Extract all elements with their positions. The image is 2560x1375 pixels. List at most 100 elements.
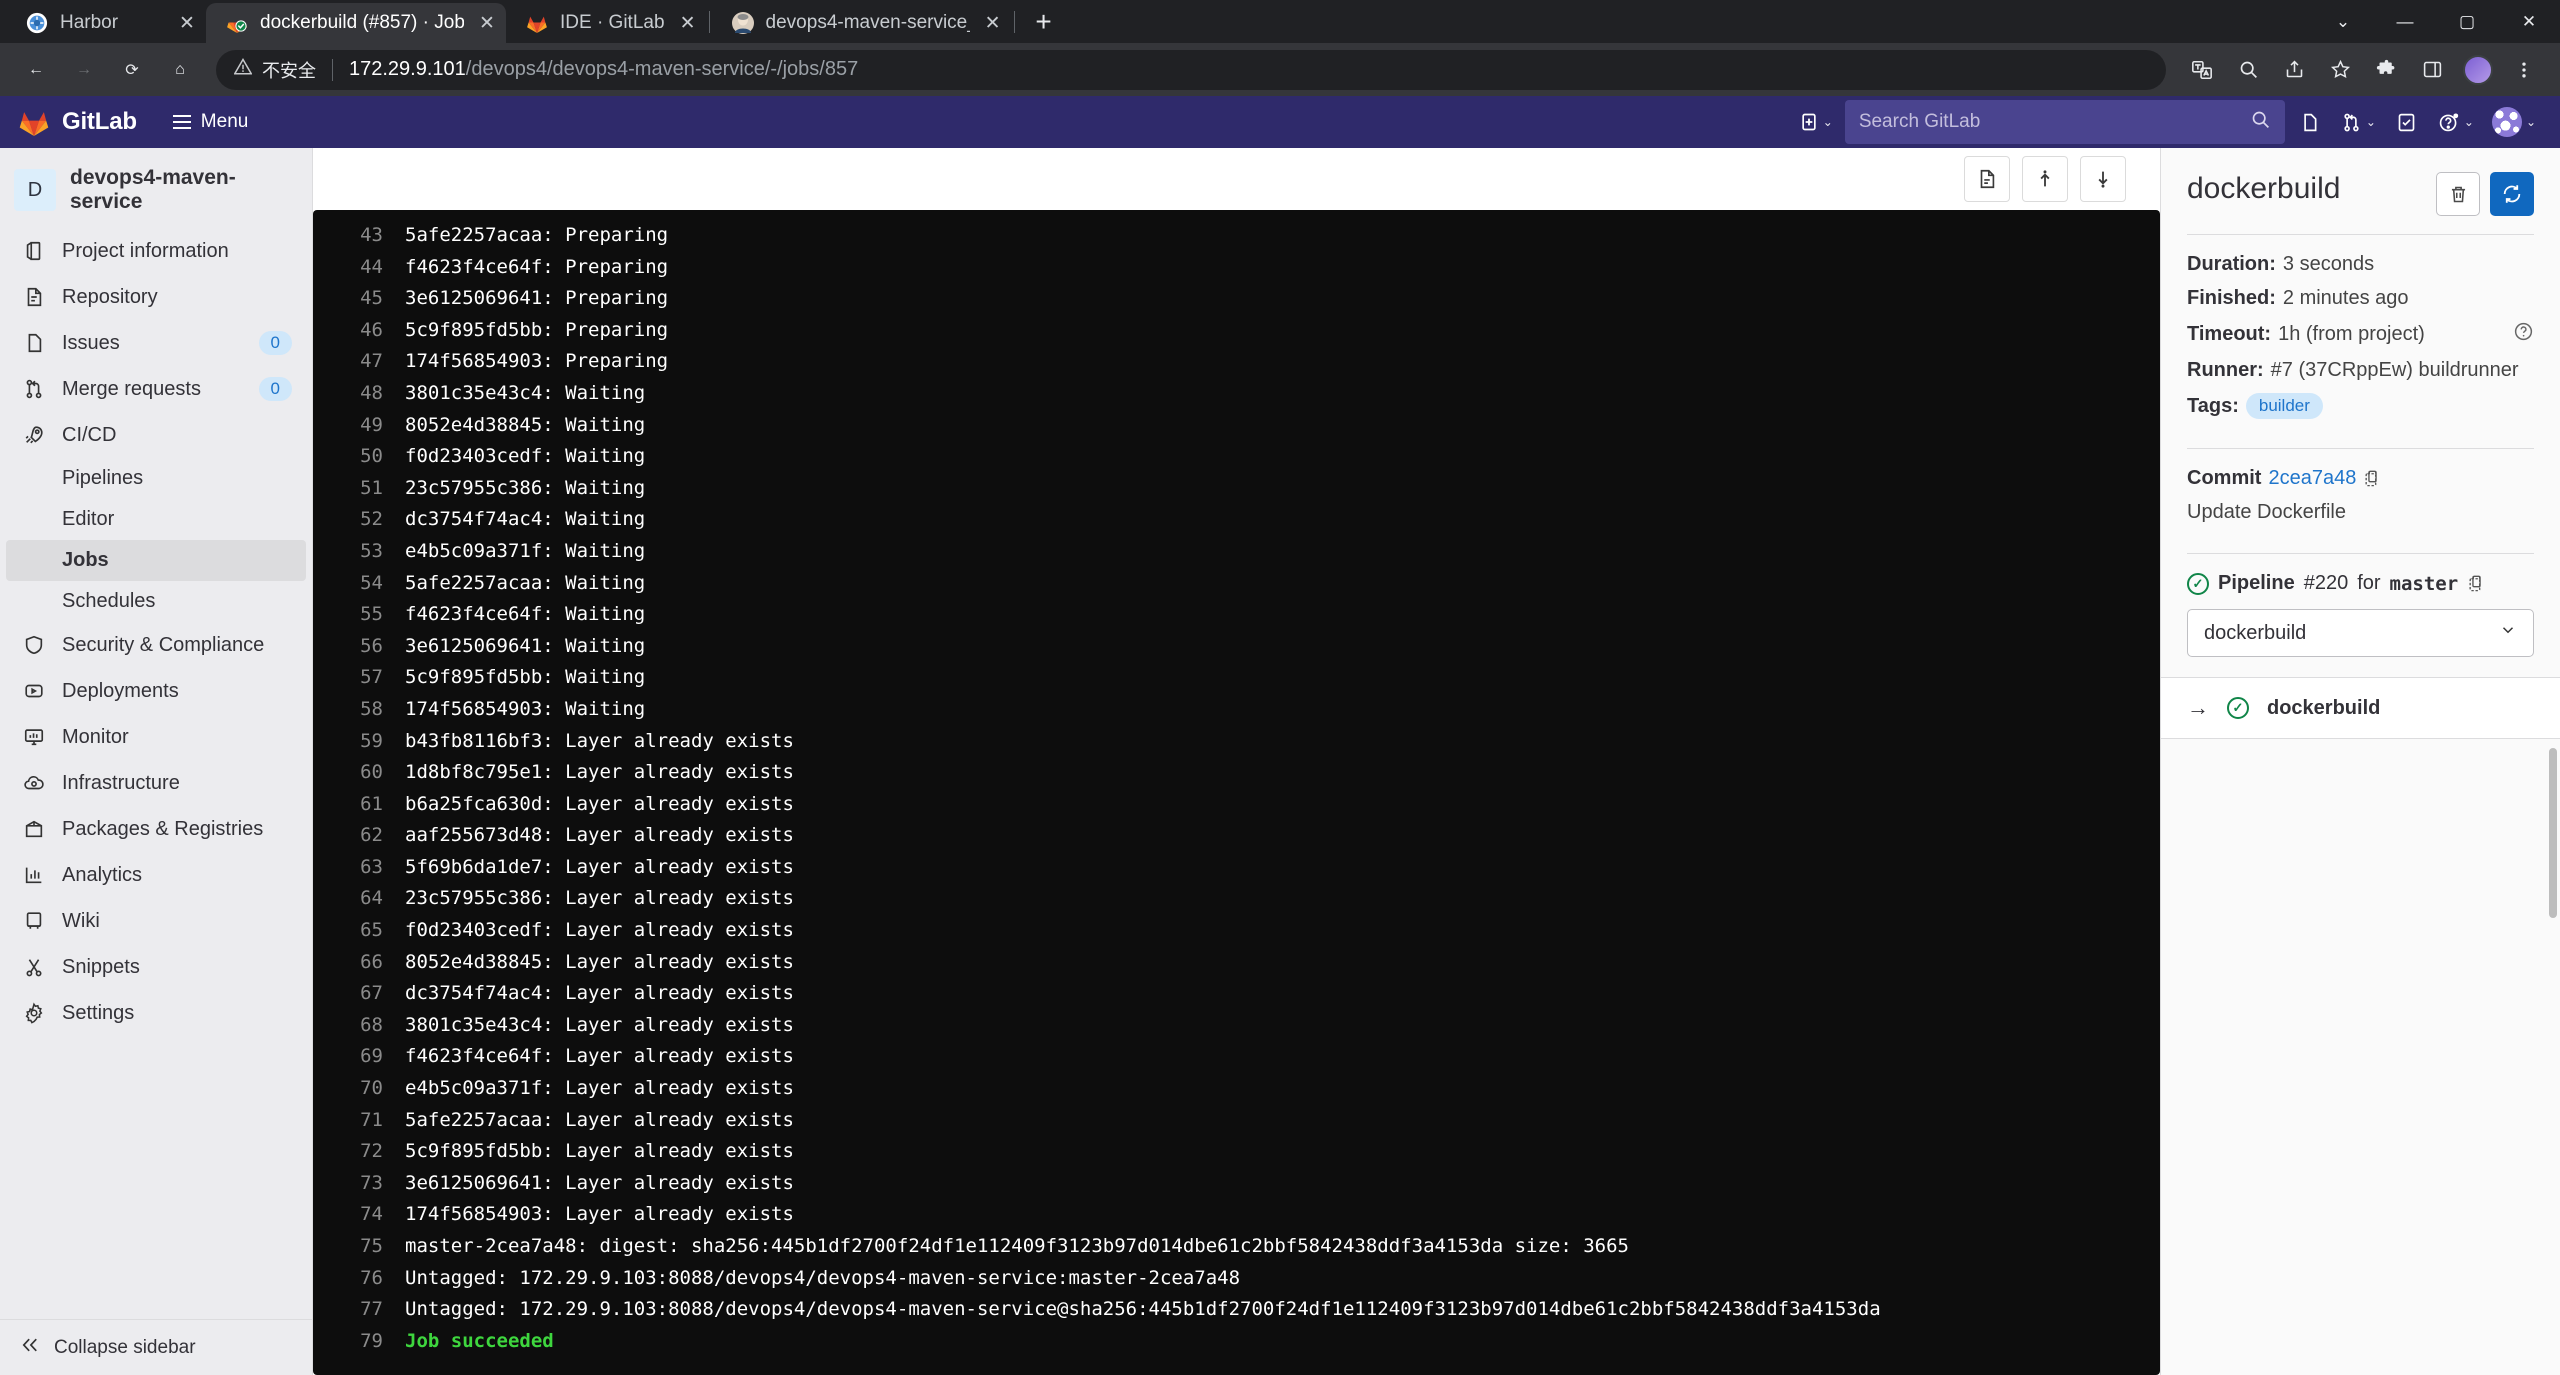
window-maximize-button[interactable]: ▢ xyxy=(2436,0,2498,43)
job-log-line: 52dc3754f74ac4: Waiting xyxy=(313,504,2160,536)
copy-clipboard-icon[interactable] xyxy=(2363,469,2382,488)
chevron-down-icon: ⌄ xyxy=(2464,115,2474,129)
merge-requests-nav-button[interactable]: ⌄ xyxy=(2335,103,2382,141)
sidebar-item-merge-requests[interactable]: Merge requests 0 xyxy=(6,366,306,412)
job-log-line-number: 57 xyxy=(313,662,405,694)
job-log-line-number: 67 xyxy=(313,978,405,1010)
browser-tab-harbor[interactable]: Harbor ✕ xyxy=(6,3,206,43)
close-icon[interactable]: ✕ xyxy=(675,10,701,36)
scroll-to-top-button[interactable] xyxy=(2022,156,2068,202)
sidebar-project-header[interactable]: D devops4-maven-service xyxy=(0,156,312,228)
job-log-line-number: 55 xyxy=(313,599,405,631)
job-log-line: 58174f56854903: Waiting xyxy=(313,694,2160,726)
project-avatar: D xyxy=(14,169,56,211)
back-icon[interactable]: ← xyxy=(14,48,58,92)
job-log-line-text: dc3754f74ac4: Waiting xyxy=(405,504,2160,536)
more-menu-icon[interactable] xyxy=(2502,48,2546,92)
sidebar-item-deployments[interactable]: Deployments xyxy=(6,668,306,714)
create-new-button[interactable]: ⌄ xyxy=(1793,103,1839,141)
sidebar-item-infrastructure[interactable]: Infrastructure xyxy=(6,760,306,806)
sidebar-item-issues[interactable]: Issues 0 xyxy=(6,320,306,366)
home-icon[interactable]: ⌂ xyxy=(158,48,202,92)
forward-icon[interactable]: → xyxy=(62,48,106,92)
tab-title: IDE · GitLab xyxy=(560,12,665,34)
harbor-icon xyxy=(24,10,50,36)
scroll-to-bottom-button[interactable] xyxy=(2080,156,2126,202)
sidebar-item-cicd[interactable]: CI/CD xyxy=(6,412,306,458)
erase-job-log-button[interactable] xyxy=(2436,172,2480,216)
window-minimize-button[interactable]: — xyxy=(2374,0,2436,43)
browser-tab-dockerbuild[interactable]: dockerbuild (#857) · Jobs · dev ✕ xyxy=(206,3,506,43)
job-log-line-number: 44 xyxy=(313,252,405,284)
todos-nav-button[interactable] xyxy=(2388,103,2426,141)
sidebar-item-snippets[interactable]: Snippets xyxy=(6,944,306,990)
sidebar-item-repository[interactable]: Repository xyxy=(6,274,306,320)
sidebar-item-settings[interactable]: Settings xyxy=(6,990,306,1036)
user-menu-button[interactable]: ⌄ xyxy=(2486,103,2542,141)
sidebar-item-packages-registries[interactable]: Packages & Registries xyxy=(6,806,306,852)
merge-requests-count-badge: 0 xyxy=(259,377,292,401)
sidebar-subitem-jobs[interactable]: Jobs xyxy=(6,540,306,581)
share-icon[interactable] xyxy=(2272,48,2316,92)
chevron-down-icon: ⌄ xyxy=(1823,115,1833,129)
gitlab-main-menu-button[interactable]: Menu xyxy=(161,105,261,139)
reload-icon[interactable]: ⟳ xyxy=(110,48,154,92)
address-bar[interactable]: 不安全 172.29.9.101/devops4/devops4-maven-s… xyxy=(216,50,2166,90)
search-icon[interactable] xyxy=(2226,48,2270,92)
sidepanel-icon[interactable] xyxy=(2410,48,2454,92)
issues-nav-button[interactable] xyxy=(2291,103,2329,141)
right-panel-scrollbar[interactable] xyxy=(2549,748,2557,918)
pipeline-section: ✓ Pipeline #220 for master dockerbuild xyxy=(2161,572,2560,657)
collapse-sidebar-button[interactable]: Collapse sidebar xyxy=(0,1319,312,1375)
window-close-button[interactable]: ✕ xyxy=(2498,0,2560,43)
stage-select-dropdown[interactable]: dockerbuild xyxy=(2187,609,2534,657)
job-log-panel[interactable]: 435afe2257acaa: Preparing44f4623f4ce64f:… xyxy=(313,210,2160,1375)
sidebar-item-label: Wiki xyxy=(62,910,292,933)
sidebar-item-label: Infrastructure xyxy=(62,772,292,795)
job-log-line-text: 3e6125069641: Waiting xyxy=(405,631,2160,663)
sidebar-item-label: Repository xyxy=(62,286,292,309)
search-icon xyxy=(2250,109,2271,136)
status-success-icon: ✓ xyxy=(2227,697,2249,719)
browser-tab-devops4-ci[interactable]: devops4-maven-service_CI 2ce ✕ xyxy=(712,3,1012,43)
stage-job-item-dockerbuild[interactable]: → ✓ dockerbuild xyxy=(2161,678,2560,739)
sidebar-item-security-compliance[interactable]: Security & Compliance xyxy=(6,622,306,668)
sidebar-item-wiki[interactable]: Wiki xyxy=(6,898,306,944)
job-log-line-number: 50 xyxy=(313,441,405,473)
close-icon[interactable]: ✕ xyxy=(474,10,500,36)
job-log-line-number: 75 xyxy=(313,1231,405,1263)
extensions-icon[interactable] xyxy=(2364,48,2408,92)
job-log-line: 53e4b5c09a371f: Waiting xyxy=(313,536,2160,568)
job-log-line: 733e6125069641: Layer already exists xyxy=(313,1168,2160,1200)
chevron-down-icon: ⌄ xyxy=(2366,115,2376,129)
sidebar-item-project-information[interactable]: Project information xyxy=(6,228,306,274)
copy-clipboard-icon[interactable] xyxy=(2467,574,2486,593)
search-input[interactable]: Search GitLab xyxy=(1845,100,2285,144)
question-circle-icon[interactable] xyxy=(2513,321,2534,348)
job-log-line: 44f4623f4ce64f: Preparing xyxy=(313,252,2160,284)
gitlab-home-link[interactable]: GitLab xyxy=(18,106,153,138)
profile-icon[interactable] xyxy=(2456,48,2500,92)
job-log-line-text: 5afe2257acaa: Waiting xyxy=(405,568,2160,600)
sidebar-item-analytics[interactable]: Analytics xyxy=(6,852,306,898)
help-nav-button[interactable]: ⌄ xyxy=(2432,103,2480,141)
job-log-line-number: 76 xyxy=(313,1263,405,1295)
show-complete-raw-button[interactable] xyxy=(1964,156,2010,202)
translate-icon[interactable] xyxy=(2180,48,2224,92)
sidebar-subitem-editor[interactable]: Editor xyxy=(6,499,306,540)
job-finished-row: Finished: 2 minutes ago xyxy=(2187,287,2534,310)
window-more-icon[interactable]: ⌄ xyxy=(2312,0,2374,43)
job-log-line-text: 3e6125069641: Preparing xyxy=(405,283,2160,315)
new-tab-button[interactable]: + xyxy=(1025,3,1063,41)
browser-tab-ide-gitlab[interactable]: IDE · GitLab ✕ xyxy=(506,3,707,43)
sidebar-subitem-pipelines[interactable]: Pipelines xyxy=(6,458,306,499)
close-icon[interactable]: ✕ xyxy=(980,10,1006,36)
retry-job-button[interactable] xyxy=(2490,172,2534,216)
bookmark-star-icon[interactable] xyxy=(2318,48,2362,92)
sidebar-item-monitor[interactable]: Monitor xyxy=(6,714,306,760)
commit-sha-link[interactable]: 2cea7a48 xyxy=(2268,467,2356,490)
sidebar-subitem-schedules[interactable]: Schedules xyxy=(6,581,306,622)
close-icon[interactable]: ✕ xyxy=(174,10,200,36)
merge-request-icon xyxy=(20,375,48,403)
pipeline-number: #220 xyxy=(2304,572,2349,595)
